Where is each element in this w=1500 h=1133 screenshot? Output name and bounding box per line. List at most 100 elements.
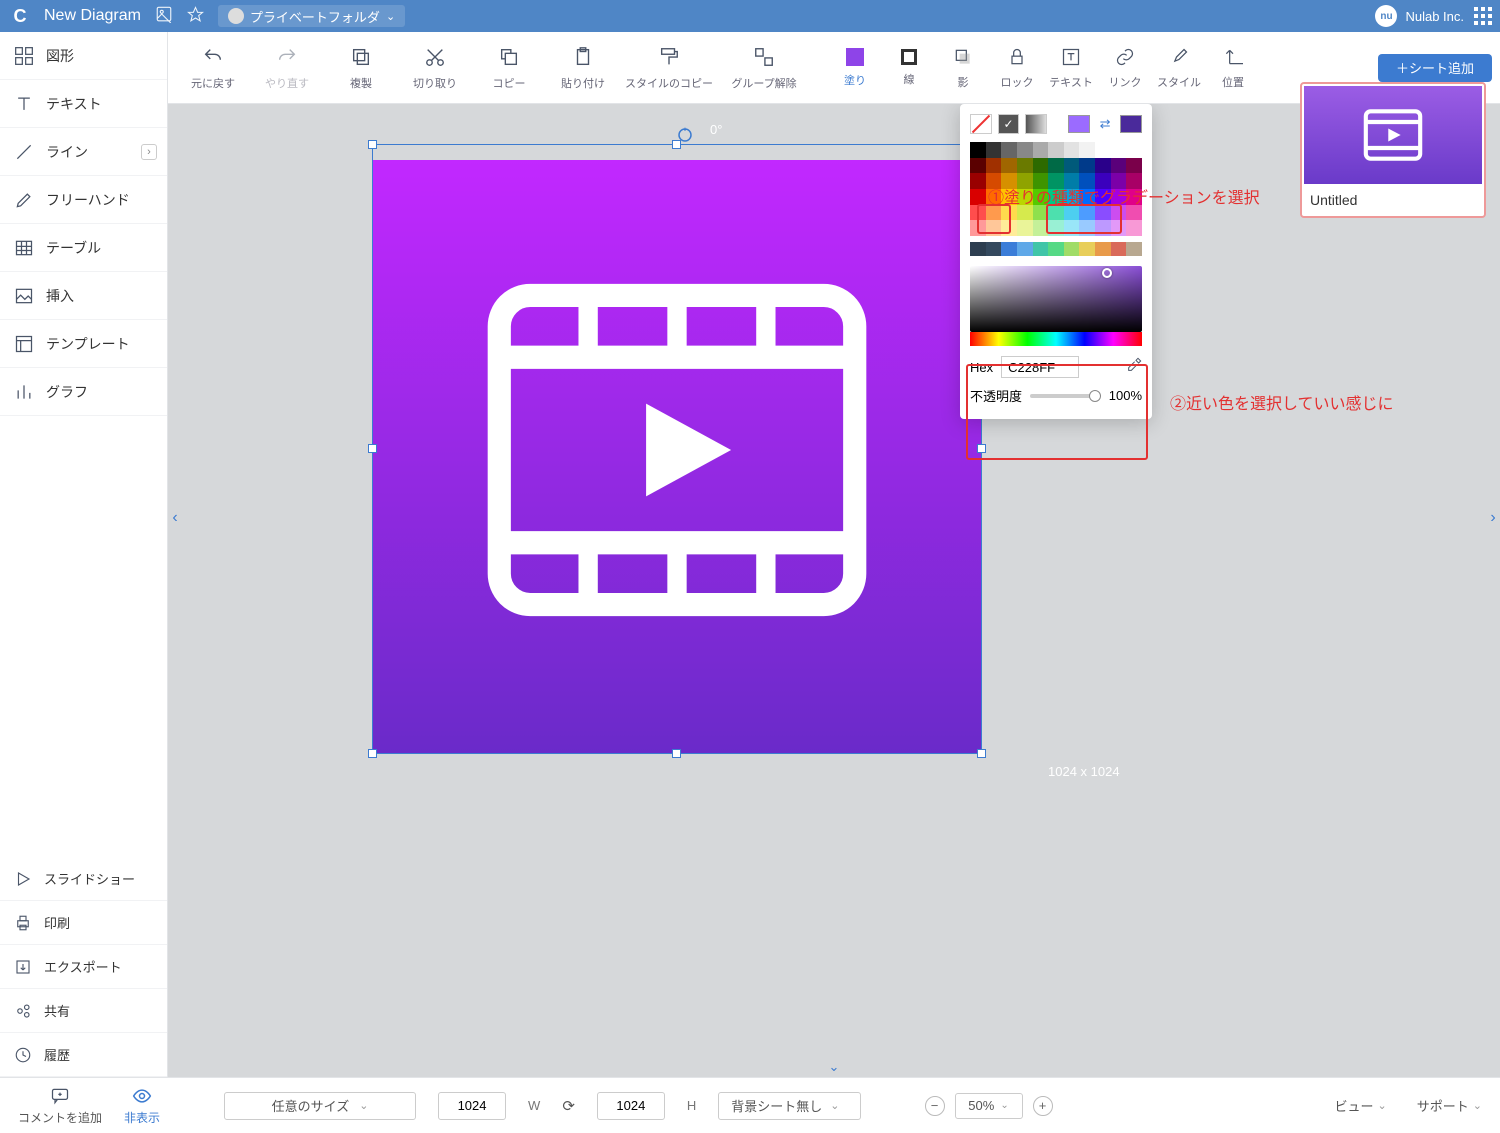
zoom-out-button[interactable]: − — [925, 1096, 945, 1116]
position-button[interactable]: 位置 — [1210, 46, 1256, 90]
hide-comments-button[interactable]: 非表示 — [124, 1086, 160, 1126]
lock-button[interactable]: ロック — [994, 46, 1040, 90]
color-swatch[interactable] — [1095, 158, 1111, 174]
org-link[interactable]: nu Nulab Inc. — [1375, 5, 1464, 27]
resize-handle-n[interactable] — [672, 140, 681, 149]
style-copy-button[interactable]: スタイルのコピー — [624, 45, 714, 91]
color-swatch[interactable] — [1064, 142, 1080, 158]
color-swatch[interactable] — [1111, 142, 1127, 158]
next-sheet-arrow[interactable]: › — [1484, 504, 1500, 532]
fill-type-solid[interactable] — [998, 114, 1020, 134]
background-select[interactable]: 背景シート無し ⌄ — [718, 1092, 860, 1120]
hue-slider[interactable] — [970, 332, 1142, 346]
color-swatch[interactable] — [1017, 158, 1033, 174]
color-swatch[interactable] — [1079, 158, 1095, 174]
sidebar-item-table[interactable]: テーブル — [0, 224, 167, 272]
sheet-thumbnail[interactable]: Untitled — [1300, 82, 1486, 218]
color-swatch[interactable] — [970, 142, 986, 158]
sidebar-item-template[interactable]: テンプレート — [0, 320, 167, 368]
sidebar-item-insert[interactable]: 挿入 — [0, 272, 167, 320]
fill-button[interactable]: 塗り — [832, 48, 878, 88]
duplicate-button[interactable]: 複製 — [328, 45, 394, 91]
fill-type-none[interactable] — [970, 114, 992, 134]
color-swatch[interactable] — [1001, 142, 1017, 158]
color-swatch[interactable] — [1048, 142, 1064, 158]
theme-swatch[interactable] — [970, 242, 986, 256]
sidebar-item-text[interactable]: テキスト — [0, 80, 167, 128]
width-input[interactable] — [438, 1092, 506, 1120]
color-swatch[interactable] — [1001, 158, 1017, 174]
theme-swatch[interactable] — [986, 242, 1002, 256]
color-swatch[interactable] — [1126, 158, 1142, 174]
color-swatch[interactable] — [1048, 158, 1064, 174]
theme-swatch[interactable] — [1111, 242, 1127, 256]
text-tool-button[interactable]: テキスト — [1048, 46, 1094, 90]
color-swatch[interactable] — [970, 189, 986, 205]
color-swatch[interactable] — [1126, 220, 1142, 236]
height-input[interactable] — [597, 1092, 665, 1120]
swap-dimensions-icon[interactable]: ⟳ — [562, 1097, 575, 1115]
theme-swatch[interactable] — [1001, 242, 1017, 256]
link-button[interactable]: リンク — [1102, 46, 1148, 90]
color-swatch[interactable] — [1033, 158, 1049, 174]
sidebar-item-shapes[interactable]: 図形 — [0, 32, 167, 80]
gradient-start-swatch[interactable] — [1068, 115, 1090, 133]
apps-grid-icon[interactable] — [1474, 7, 1492, 25]
fill-type-gray-gradient[interactable] — [1025, 114, 1047, 134]
view-menu[interactable]: ビュー⌄ — [1335, 1096, 1387, 1115]
color-swatch[interactable] — [1079, 142, 1095, 158]
stroke-button[interactable]: 線 — [886, 49, 932, 87]
color-swatch[interactable] — [1017, 142, 1033, 158]
zoom-select[interactable]: 50% ⌄ — [955, 1093, 1023, 1119]
style-button[interactable]: スタイル — [1156, 46, 1202, 90]
prev-sheet-arrow[interactable]: ‹ — [168, 504, 184, 532]
theme-swatch[interactable] — [1048, 242, 1064, 256]
undo-button[interactable]: 元に戻す — [180, 45, 246, 91]
zoom-in-button[interactable]: + — [1033, 1096, 1053, 1116]
resize-handle-nw[interactable] — [368, 140, 377, 149]
resize-handle-w[interactable] — [368, 444, 377, 453]
sidebar-item-print[interactable]: 印刷 — [0, 901, 167, 945]
theme-swatch[interactable] — [1033, 242, 1049, 256]
color-swatch[interactable] — [1017, 220, 1033, 236]
app-logo[interactable]: C — [8, 4, 32, 28]
collapse-chevron-icon[interactable]: ⌄ — [829, 1059, 840, 1075]
canvas[interactable]: 0° — [168, 104, 1500, 1077]
color-picker-indicator[interactable] — [1102, 268, 1112, 278]
support-menu[interactable]: サポート⌄ — [1417, 1096, 1482, 1115]
theme-swatch[interactable] — [1126, 242, 1142, 256]
gradient-end-swatch[interactable] — [1120, 115, 1142, 133]
folder-selector[interactable]: プライベートフォルダ ⌄ — [218, 5, 405, 27]
favorite-star-icon[interactable] — [187, 6, 204, 27]
add-comment-button[interactable]: コメントを追加 — [18, 1086, 102, 1126]
resize-handle-se[interactable] — [977, 749, 986, 758]
sidebar-item-line[interactable]: ライン › — [0, 128, 167, 176]
sidebar-item-share[interactable]: 共有 — [0, 989, 167, 1033]
theme-swatch[interactable] — [1095, 242, 1111, 256]
sidebar-item-export[interactable]: エクスポート — [0, 945, 167, 989]
theme-swatch[interactable] — [1064, 242, 1080, 256]
sidebar-item-history[interactable]: 履歴 — [0, 1033, 167, 1077]
chevron-right-icon[interactable]: › — [141, 144, 157, 160]
color-swatch[interactable] — [986, 142, 1002, 158]
color-swatch[interactable] — [970, 158, 986, 174]
canvas-size-select[interactable]: 任意のサイズ ⌄ — [224, 1092, 416, 1120]
paste-button[interactable]: 貼り付け — [550, 45, 616, 91]
color-swatch[interactable] — [970, 173, 986, 189]
add-sheet-button[interactable]: ＋シート追加 — [1378, 54, 1492, 82]
color-swatch[interactable] — [1095, 142, 1111, 158]
sidebar-item-chart[interactable]: グラフ — [0, 368, 167, 416]
shadow-button[interactable]: 影 — [940, 46, 986, 90]
redo-button[interactable]: やり直す — [254, 45, 320, 91]
color-swatch[interactable] — [1033, 142, 1049, 158]
ungroup-button[interactable]: グループ解除 — [722, 45, 806, 91]
resize-handle-sw[interactable] — [368, 749, 377, 758]
resize-handle-s[interactable] — [672, 749, 681, 758]
color-picker-area[interactable] — [970, 266, 1142, 332]
color-swatch[interactable] — [1064, 158, 1080, 174]
theme-swatch[interactable] — [1017, 242, 1033, 256]
sidebar-item-freehand[interactable]: フリーハンド — [0, 176, 167, 224]
gradient-swap-icon[interactable]: ⇄ — [1095, 115, 1115, 133]
sidebar-item-slideshow[interactable]: スライドショー — [0, 857, 167, 901]
export-image-icon[interactable] — [155, 5, 173, 27]
